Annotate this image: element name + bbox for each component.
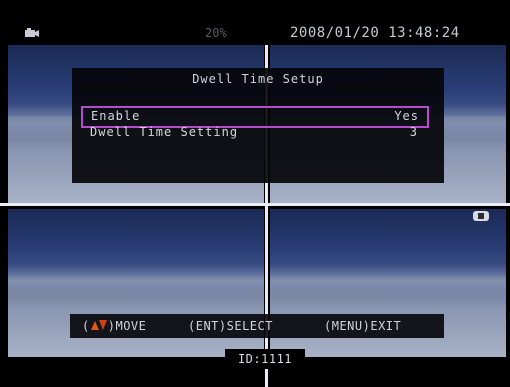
menu-item-value: Yes [394,109,419,123]
menu-item-label: Enable [91,109,141,123]
up-down-arrows-icon [90,320,107,330]
hint-select: (ENT)SELECT [188,319,273,333]
device-id: ID:1111 [225,349,305,369]
menu-item-dwell-time-setting[interactable]: Dwell Time Setting 3 [82,124,426,142]
dvr-screen: 20% 2008/01/20 13:48:24 Dwell Time Setup… [0,0,510,387]
menu-item-label: Dwell Time Setting [90,125,239,139]
menu-title: Dwell Time Setup [192,72,324,86]
hint-move-label: MOVE [115,319,147,333]
key-hints-bar: ()MOVE (ENT)SELECT (MENU)EXIT [70,314,444,338]
date-time: 2008/01/20 13:48:24 [290,25,460,41]
record-icon [473,211,489,221]
status-bar: 20% 2008/01/20 13:48:24 [0,0,510,45]
battery-level: 20% [205,26,227,40]
dwell-time-menu: Dwell Time Setup Enable Yes Dwell Time S… [72,68,444,183]
hint-exit: (MENU)EXIT [324,319,402,333]
menu-item-value: 3 [409,125,418,139]
hint-move: ()MOVE [82,319,147,333]
quad-divider-horizontal [0,203,510,206]
camera-icon [25,28,39,37]
